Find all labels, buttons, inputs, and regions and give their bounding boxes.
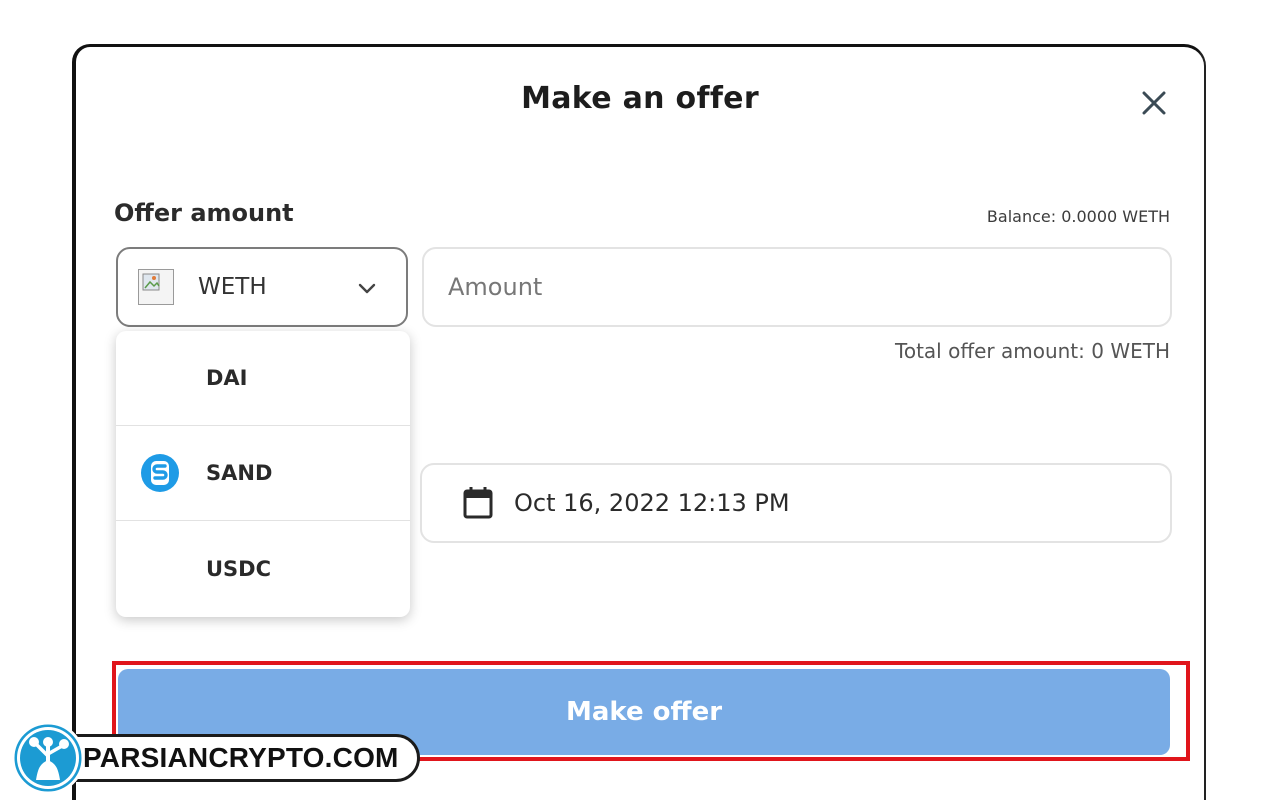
currency-option-label: DAI — [206, 366, 248, 390]
balance-text: Balance: 0.0000 WETH — [986, 207, 1170, 226]
close-icon[interactable] — [1136, 85, 1172, 121]
amount-input[interactable] — [422, 247, 1172, 327]
selected-currency: WETH — [198, 274, 267, 300]
currency-option-label: USDC — [206, 556, 272, 581]
offer-amount-label: Offer amount — [114, 199, 294, 227]
currency-option-dai[interactable]: DAI — [116, 331, 410, 426]
modal-title: Make an offer — [521, 81, 759, 116]
broken-image-icon — [138, 269, 174, 305]
watermark: PARSIANCRYPTO.COM — [10, 720, 422, 796]
make-offer-modal: Make an offer Offer amount Balance: 0.00… — [72, 44, 1206, 800]
parsiancrypto-logo-icon — [11, 721, 85, 795]
calendar-icon — [463, 487, 493, 519]
currency-option-usdc[interactable]: USDC — [116, 521, 410, 616]
expiration-date-field[interactable]: Oct 16, 2022 12:13 PM — [420, 463, 1172, 543]
sand-token-icon — [141, 454, 179, 492]
currency-option-label: SAND — [206, 461, 273, 485]
watermark-text: PARSIANCRYPTO.COM — [83, 742, 399, 773]
expiration-date-text: Oct 16, 2022 12:13 PM — [514, 489, 790, 517]
watermark-pill: PARSIANCRYPTO.COM — [44, 734, 420, 782]
screenshot-stage: Make an offer Offer amount Balance: 0.00… — [0, 0, 1280, 800]
currency-dropdown-menu: DAI SAND USDC — [116, 331, 410, 617]
currency-option-sand[interactable]: SAND — [116, 426, 410, 521]
chevron-down-icon — [358, 283, 376, 294]
currency-select[interactable]: WETH — [116, 247, 408, 327]
total-offer-amount: Total offer amount: 0 WETH — [895, 339, 1170, 363]
